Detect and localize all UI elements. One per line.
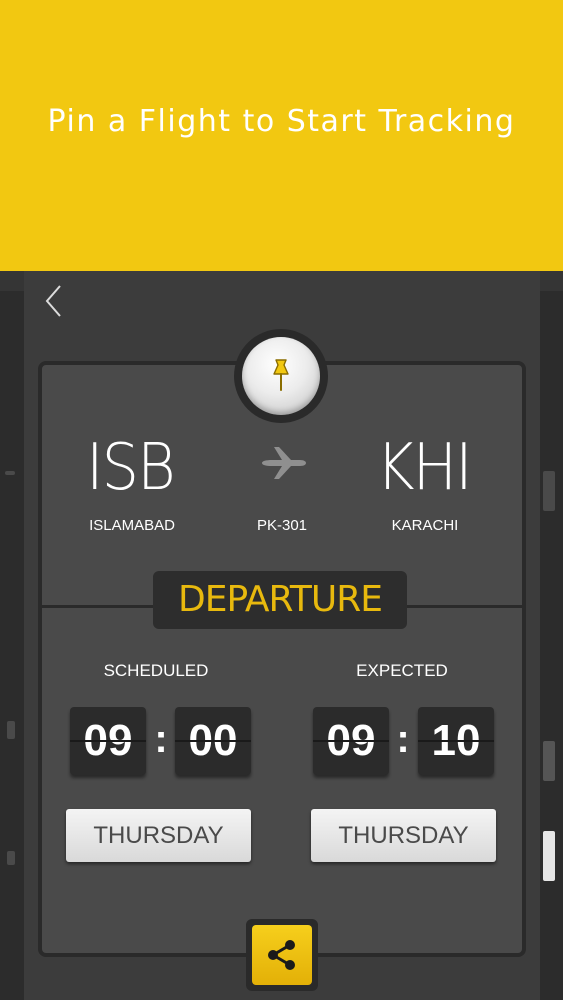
peek-mark — [7, 851, 15, 865]
origin-city: ISLAMABAD — [89, 517, 175, 534]
expected-minutes: 10 — [418, 707, 494, 775]
chevron-left-icon — [45, 285, 61, 317]
banner-title: Pin a Flight to Start Tracking — [47, 104, 516, 139]
scheduled-hours: 09 — [70, 707, 146, 775]
expected-colon: : — [396, 717, 410, 761]
scheduled-day-button[interactable]: THURSDAY — [66, 809, 251, 862]
pin-flight-button[interactable] — [234, 329, 328, 423]
share-button[interactable] — [252, 925, 312, 985]
share-icon — [268, 940, 295, 970]
peek-mark — [543, 471, 555, 511]
scheduled-colon: : — [154, 717, 168, 761]
destination-city: KARACHI — [391, 517, 459, 534]
peek-mark — [7, 721, 15, 739]
peek-day-button — [543, 831, 555, 881]
flight-number: PK-301 — [256, 517, 308, 534]
origin-code: ISB — [86, 431, 176, 505]
peek-mark — [543, 741, 555, 781]
expected-label: EXPECTED — [356, 661, 448, 680]
scheduled-label: SCHEDULED — [103, 661, 209, 680]
flight-tracker-screen: ISB KHI ISLAMABAD PK-301 KARACHI DEPARTU… — [0, 271, 563, 1000]
airplane-icon — [262, 447, 306, 479]
expected-hours: 09 — [313, 707, 389, 775]
expected-day-button[interactable]: THURSDAY — [311, 809, 496, 862]
status-label: DEPARTURE — [153, 571, 407, 629]
pushpin-icon — [273, 359, 289, 391]
pin-button-face — [242, 337, 320, 415]
promo-banner: Pin a Flight to Start Tracking — [0, 0, 563, 271]
next-card-peek[interactable] — [538, 291, 563, 1000]
back-button[interactable] — [40, 283, 70, 319]
scheduled-minutes: 00 — [175, 707, 251, 775]
previous-card-peek[interactable] — [0, 291, 25, 1000]
share-button-frame — [246, 919, 318, 991]
destination-code: KHI — [376, 431, 473, 505]
peek-mark — [5, 471, 15, 475]
